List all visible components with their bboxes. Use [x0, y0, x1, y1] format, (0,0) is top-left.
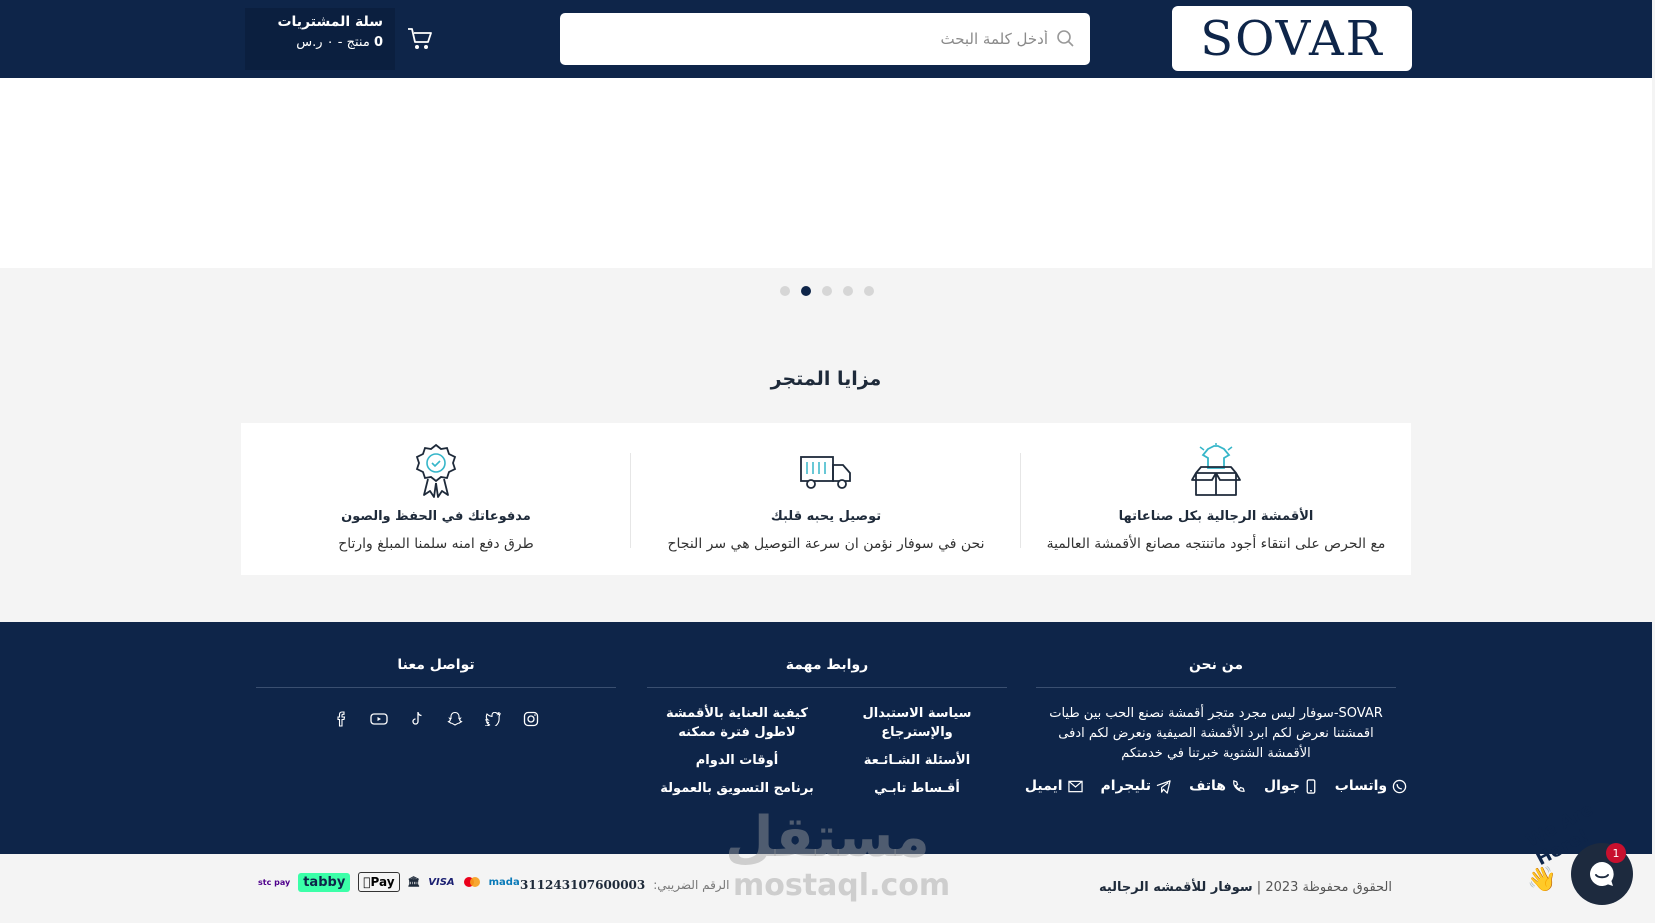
- footer-link[interactable]: كيفية العناية بالأقمشة لاطول فترة ممكنه: [647, 704, 827, 742]
- cart-count-label: منتج: [346, 35, 370, 50]
- footer-link[interactable]: برنامج التسويق بالعمولة: [647, 779, 827, 798]
- footer-link[interactable]: أوقات الدوام: [647, 751, 827, 770]
- contact-whatsapp[interactable]: واتساب: [1335, 778, 1407, 794]
- mastercard-icon: [463, 873, 481, 892]
- payment-methods: stc pay tabby Pay 🏛 VISA mada: [258, 872, 520, 892]
- apple-pay-label: Pay: [363, 875, 395, 889]
- features-panel: الأقمشة الرجالية بكل صناعاتها مع الحرص ع…: [241, 423, 1411, 575]
- cart-summary: 0 منتج - ٠ ر.س: [277, 35, 383, 50]
- waving-hand-icon: 👋: [1527, 865, 1557, 893]
- email-icon: [1067, 780, 1083, 792]
- tax-label: الرقم الضريبي:: [653, 878, 730, 892]
- contact-telegram[interactable]: تليجرام: [1101, 778, 1172, 794]
- slider-dot-active[interactable]: [801, 286, 811, 296]
- bank-transfer-icon: 🏛: [400, 876, 421, 888]
- chat-unread-badge: 1: [1606, 843, 1626, 863]
- footer-social: تواصل معنا: [256, 657, 616, 728]
- feature-title: توصيل يحبه قلبك: [770, 509, 882, 524]
- mobile-icon: [1306, 778, 1316, 794]
- social-links: [256, 710, 616, 728]
- footer-about-text: SOVAR-سوفار ليس مجرد متجر أقمشة نصنع الح…: [1049, 706, 1383, 761]
- contact-label: جوال: [1263, 778, 1300, 794]
- contact-label: هاتف: [1189, 778, 1226, 794]
- hero-slider: [0, 78, 1652, 268]
- footer-links: روابط مهمة سياسة الاستبدال والإسترجاع ال…: [647, 657, 1007, 807]
- instagram-icon[interactable]: [522, 710, 540, 728]
- facebook-icon[interactable]: [332, 710, 350, 728]
- slider-dot[interactable]: [822, 286, 832, 296]
- cart-button[interactable]: سلة المشتريات 0 منتج - ٠ ر.س: [245, 8, 445, 70]
- copyright-separator: |: [1256, 880, 1262, 895]
- feature-desc: نحن في سوفار نؤمن ان سرعة التوصيل هي سر …: [667, 536, 985, 552]
- tiktok-icon[interactable]: [408, 710, 426, 728]
- contact-mobile[interactable]: جوال: [1264, 778, 1317, 794]
- youtube-icon[interactable]: [370, 710, 388, 728]
- search-icon[interactable]: [1056, 29, 1076, 49]
- logo-text: SOVAR: [1200, 10, 1384, 67]
- telegram-icon: [1156, 779, 1171, 794]
- snapchat-icon[interactable]: [446, 710, 464, 728]
- delivery-truck-icon: [631, 443, 1021, 499]
- contact-links: واتساب جوال هاتف تليجرام ايميل: [1025, 778, 1407, 794]
- quality-badge-icon: [241, 443, 631, 499]
- phone-icon: [1233, 779, 1245, 792]
- store-name[interactable]: سوفار للأقمشه الرجاليه: [1099, 880, 1253, 895]
- cart-title: سلة المشتريات: [277, 14, 383, 30]
- slider-dot[interactable]: [864, 286, 874, 296]
- feature-item: مدفوعاتك في الحفظ والصون طرق دفع امنه سل…: [241, 423, 631, 575]
- feature-title: الأقمشة الرجالية بكل صناعاتها: [1118, 509, 1314, 524]
- watermark-logo: مستقل: [725, 805, 930, 870]
- chat-bubble-icon: [1590, 862, 1614, 886]
- tax-info: الرقم الضريبي: 311243107600003: [520, 878, 729, 892]
- whatsapp-icon: [1392, 779, 1407, 793]
- cart-total: - ٠ ر.س: [296, 35, 343, 50]
- links-column: سياسة الاستبدال والإسترجاع الأسئلة الشـا…: [827, 704, 1007, 807]
- footer-link[interactable]: الأسئلة الشـائـعة: [827, 751, 1007, 770]
- contact-phone[interactable]: هاتف: [1189, 778, 1246, 794]
- watermark-url: mostaql.com: [733, 868, 951, 903]
- footer-social-title: تواصل معنا: [256, 657, 616, 688]
- slider-dot[interactable]: [780, 286, 790, 296]
- site-header: SOVAR سلة المشتريات 0 منتج - ٠ ر.س: [0, 0, 1652, 78]
- slider-dot[interactable]: [843, 286, 853, 296]
- feature-title: مدفوعاتك في الحفظ والصون: [341, 509, 531, 524]
- footer-link[interactable]: سياسة الاستبدال والإسترجاع: [827, 704, 1007, 742]
- mada-icon: mada: [481, 876, 520, 888]
- footer-about: من نحن SOVAR-سوفار ليس مجرد متجر أقمشة ن…: [1025, 657, 1407, 794]
- contact-label: تليجرام: [1100, 778, 1152, 794]
- tabby-icon: tabby: [298, 872, 351, 892]
- copyright: الحقوق محفوظة 2023 | سوفار للأقمشه الرجا…: [1099, 880, 1392, 895]
- footer-link[interactable]: أقـساط تابـي: [827, 779, 1007, 798]
- footer-links-title: روابط مهمة: [647, 657, 1007, 688]
- search-input[interactable]: [588, 30, 1048, 48]
- shirt-box-icon: [1021, 443, 1411, 499]
- feature-desc: مع الحرص على انتقاء أجود ماتنتجه مصانع ا…: [1046, 536, 1386, 552]
- features-title: مزايا المتجر: [770, 368, 882, 390]
- visa-icon: VISA: [421, 876, 454, 888]
- copyright-year: 2023: [1265, 880, 1299, 895]
- contact-label: ايميل: [1024, 778, 1063, 794]
- search-bar[interactable]: [560, 13, 1090, 65]
- feature-item: الأقمشة الرجالية بكل صناعاتها مع الحرص ع…: [1021, 423, 1411, 575]
- cart-icon[interactable]: [395, 8, 445, 70]
- links-column: كيفية العناية بالأقمشة لاطول فترة ممكنه …: [647, 704, 827, 807]
- stc-pay-icon: stc pay: [258, 877, 291, 887]
- footer-about-title: من نحن: [1036, 657, 1396, 688]
- rights-text: الحقوق محفوظة: [1302, 880, 1392, 895]
- feature-item: توصيل يحبه قلبك نحن في سوفار نؤمن ان سرع…: [631, 423, 1021, 575]
- tax-number: 311243107600003: [520, 878, 646, 892]
- cart-count: 0: [373, 35, 383, 50]
- slider-dots: [780, 286, 874, 296]
- twitter-icon[interactable]: [484, 710, 502, 728]
- contact-email[interactable]: ايميل: [1025, 778, 1083, 794]
- store-logo[interactable]: SOVAR: [1172, 6, 1412, 71]
- contact-label: واتساب: [1334, 778, 1388, 794]
- feature-desc: طرق دفع امنه سلمنا المبلغ وارتاح: [338, 536, 534, 552]
- apple-pay-icon: Pay: [358, 872, 400, 892]
